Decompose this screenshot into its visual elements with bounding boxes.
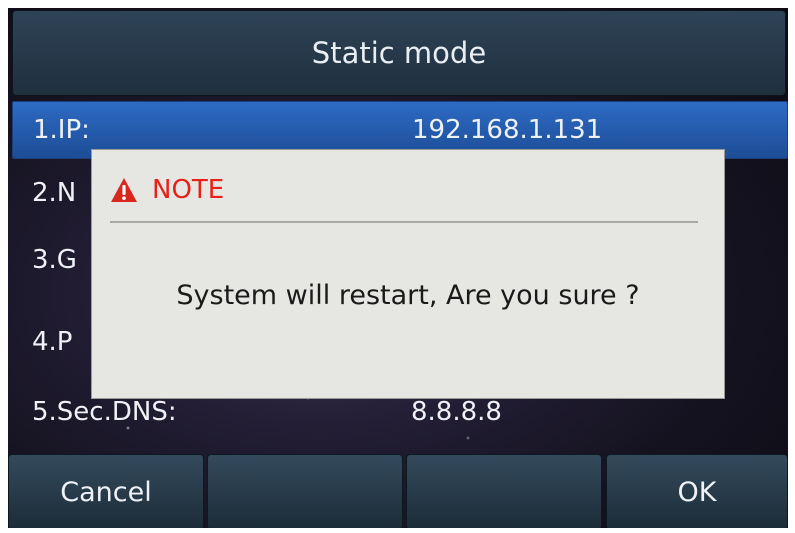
cancel-button[interactable]: Cancel — [8, 454, 204, 528]
row-value: 8.8.8.8 — [411, 397, 502, 427]
softkey-2[interactable] — [207, 454, 403, 528]
row-label: 5.Sec.DNS: — [32, 397, 177, 427]
row-value: 192.168.1.131 — [412, 115, 603, 145]
dialog-header: NOTE — [110, 170, 224, 210]
softkey-3[interactable] — [406, 454, 602, 528]
warning-icon — [111, 178, 137, 202]
confirm-dialog: NOTE System will restart, Are you sure ? — [91, 149, 725, 399]
row-label: 3.G — [32, 245, 77, 275]
dialog-title: NOTE — [152, 175, 225, 205]
ok-button[interactable]: OK — [606, 454, 788, 528]
phone-screen: Static mode 1.IP: 192.168.1.131 2.N 3.G … — [8, 8, 788, 528]
dialog-message: System will restart, Are you sure ? — [176, 280, 640, 311]
dialog-divider — [110, 221, 698, 223]
softkey-bar: Cancel OK — [8, 454, 788, 528]
page-title: Static mode — [12, 10, 786, 96]
row-label: 1.IP: — [33, 115, 90, 145]
row-label: 4.P — [32, 327, 73, 357]
row-label: 2.N — [32, 178, 77, 208]
